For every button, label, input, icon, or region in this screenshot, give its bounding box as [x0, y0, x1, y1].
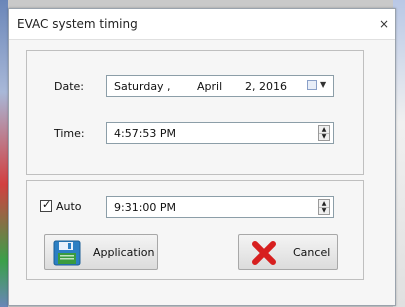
window-title: EVAC system timing [17, 17, 138, 31]
auto-time-spinner[interactable]: ▲ ▼ [318, 199, 330, 215]
date-label: Date: [54, 80, 84, 93]
checkmark-icon: ✓ [42, 198, 52, 211]
application-button[interactable]: Application [44, 234, 158, 270]
background-window-edge-left [0, 0, 8, 307]
cancel-button[interactable]: Cancel [238, 234, 338, 270]
time-input[interactable]: 4:57:53 PM ▲ ▼ [106, 122, 334, 144]
application-button-label: Application [93, 246, 155, 259]
calendar-dropdown-icon[interactable]: ▼ [307, 79, 329, 93]
date-time-group [26, 50, 364, 175]
date-weekday[interactable]: Saturday [114, 80, 164, 93]
spin-down-icon[interactable]: ▼ [319, 133, 329, 140]
close-icon[interactable]: × [379, 17, 389, 31]
auto-time-input[interactable]: 9:31:00 PM ▲ ▼ [106, 196, 334, 218]
floppy-disk-icon [53, 240, 81, 269]
auto-time-value[interactable]: 9:31:00 PM [114, 201, 176, 214]
date-month[interactable]: April [197, 80, 222, 93]
auto-checkbox[interactable]: ✓ [40, 198, 52, 212]
auto-label: Auto [56, 200, 82, 213]
cancel-button-label: Cancel [293, 246, 331, 259]
date-picker[interactable]: Saturday , April 2, 2016 ▼ [106, 75, 334, 97]
time-value[interactable]: 4:57:53 PM [114, 127, 176, 140]
time-spinner[interactable]: ▲ ▼ [318, 125, 330, 141]
spin-down-icon[interactable]: ▼ [319, 207, 329, 214]
time-label: Time: [54, 127, 85, 140]
title-bar: EVAC system timing × [9, 9, 395, 40]
date-separator: , [167, 80, 171, 93]
date-day-year[interactable]: 2, 2016 [245, 80, 287, 93]
red-x-icon [251, 240, 277, 269]
